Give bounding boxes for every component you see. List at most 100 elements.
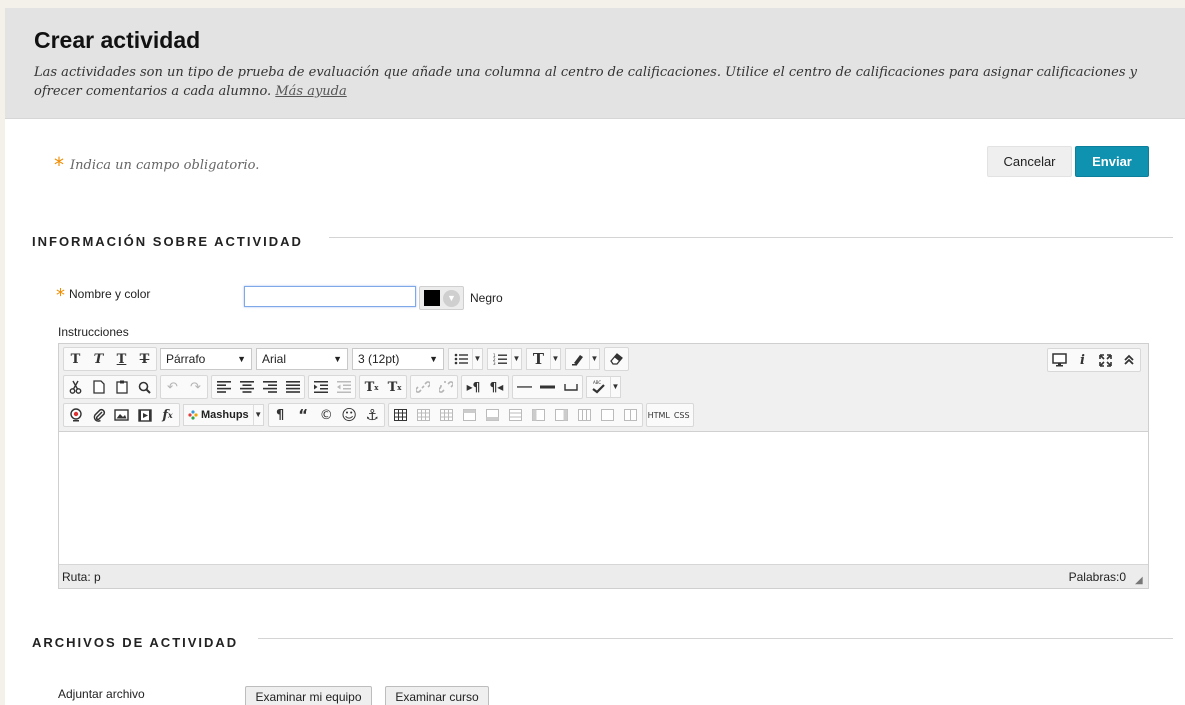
merge-cells-icon[interactable] xyxy=(619,404,642,426)
insert-col-before-icon[interactable] xyxy=(527,404,550,426)
name-input[interactable] xyxy=(244,286,416,307)
superscript-icon[interactable]: Tx xyxy=(360,376,383,398)
delete-col-icon[interactable] xyxy=(573,404,596,426)
align-left-icon[interactable] xyxy=(212,376,235,398)
formula-icon[interactable]: fx xyxy=(156,404,179,426)
help-link[interactable]: Más ayuda xyxy=(275,84,346,99)
paste-icon[interactable] xyxy=(110,376,133,398)
fullscreen-icon[interactable] xyxy=(1094,349,1117,371)
info-icon[interactable]: i xyxy=(1071,349,1094,371)
numbered-list-icon[interactable]: 123 xyxy=(488,348,511,370)
align-right-icon[interactable] xyxy=(258,376,281,398)
editor-statusbar: Ruta: p Palabras:0 ◢ xyxy=(59,564,1148,588)
caret-down-icon[interactable]: ▼ xyxy=(511,349,521,369)
bold-icon[interactable]: T xyxy=(64,348,87,370)
browse-course-button[interactable]: Examinar curso xyxy=(385,686,489,705)
rtl-icon[interactable]: ¶◂ xyxy=(485,376,508,398)
submit-button[interactable]: Enviar xyxy=(1075,146,1149,177)
insert-row-before-icon[interactable] xyxy=(458,404,481,426)
nonbreaking-space-icon[interactable] xyxy=(559,376,582,398)
mashups-button[interactable]: Mashups ▼ xyxy=(183,404,264,426)
spellcheck-button[interactable]: ABC ▼ xyxy=(586,376,621,398)
table-cell-props-icon[interactable] xyxy=(435,404,458,426)
color-picker[interactable]: ▼ xyxy=(419,286,464,310)
bullet-list-button[interactable]: ▼ xyxy=(448,348,483,370)
toolbar-row-3: fx Mashups ▼ ¶ “ © ☺ ⚓ HTML CSS xyxy=(63,403,697,427)
html-source-icon[interactable]: HTML xyxy=(647,404,671,426)
history-group: ↶ ↷ xyxy=(160,375,208,399)
highlight-button[interactable]: ▼ xyxy=(565,348,600,370)
caret-down-icon[interactable]: ▼ xyxy=(472,349,482,369)
eraser-icon[interactable] xyxy=(605,348,628,370)
ltr-icon[interactable]: ▸¶ xyxy=(462,376,485,398)
size-select-value: 3 (12pt) xyxy=(358,352,400,366)
undo-icon[interactable]: ↶ xyxy=(161,376,184,398)
copyright-icon[interactable]: © xyxy=(315,404,338,426)
image-icon[interactable] xyxy=(110,404,133,426)
cut-icon[interactable] xyxy=(64,376,87,398)
table-icon[interactable] xyxy=(389,404,412,426)
table-row-props-icon[interactable] xyxy=(412,404,435,426)
split-cells-icon[interactable] xyxy=(596,404,619,426)
caret-down-icon[interactable]: ▼ xyxy=(610,377,620,397)
cancel-button[interactable]: Cancelar xyxy=(987,146,1072,177)
caret-down-icon: ▼ xyxy=(429,354,438,364)
blockquote-icon[interactable]: “ xyxy=(292,404,315,426)
caret-down-icon[interactable]: ▼ xyxy=(252,405,263,425)
insert-col-after-icon[interactable] xyxy=(550,404,573,426)
insert-group: ¶ “ © ☺ ⚓ xyxy=(267,403,385,427)
bullet-list-icon[interactable] xyxy=(449,348,472,370)
browse-computer-button[interactable]: Examinar mi equipo xyxy=(245,686,372,705)
attachment-icon[interactable] xyxy=(87,404,110,426)
clipboard-group xyxy=(63,375,157,399)
resize-grip-icon[interactable]: ◢ xyxy=(1135,576,1145,586)
css-icon[interactable]: CSS xyxy=(671,404,693,426)
paragraph-mark-icon[interactable]: ¶ xyxy=(269,404,292,426)
strikethrough-icon[interactable]: T xyxy=(133,348,156,370)
redo-icon[interactable]: ↷ xyxy=(184,376,207,398)
caret-down-icon[interactable]: ▼ xyxy=(550,349,560,369)
video-icon[interactable] xyxy=(133,404,156,426)
emoticon-icon[interactable]: ☺ xyxy=(338,404,361,426)
editor-content-area[interactable] xyxy=(59,432,1148,564)
spellcheck-icon[interactable]: ABC xyxy=(587,376,610,398)
chevron-down-icon[interactable]: ▼ xyxy=(443,290,460,307)
highlighter-icon[interactable] xyxy=(566,348,589,370)
italic-icon[interactable]: T xyxy=(87,348,110,370)
preview-monitor-icon[interactable] xyxy=(1048,349,1071,371)
align-center-icon[interactable] xyxy=(235,376,258,398)
link-icon[interactable] xyxy=(411,376,434,398)
text-color-icon[interactable]: T xyxy=(527,348,550,370)
find-icon[interactable] xyxy=(133,376,156,398)
required-note: * Indica un campo obligatorio. xyxy=(54,153,259,177)
paragraph-select[interactable]: Párrafo ▼ xyxy=(160,348,252,370)
page: Crear actividad Las actividades son un t… xyxy=(5,8,1185,705)
numbered-list-button[interactable]: 123 ▼ xyxy=(487,348,522,370)
mashups-label[interactable]: Mashups xyxy=(184,409,253,421)
caret-down-icon[interactable]: ▼ xyxy=(589,349,599,369)
page-title: Crear actividad xyxy=(34,27,201,53)
anchor-icon[interactable]: ⚓ xyxy=(361,404,384,426)
indent-icon[interactable] xyxy=(309,376,332,398)
thick-rule-icon[interactable] xyxy=(536,376,559,398)
delete-row-icon[interactable] xyxy=(504,404,527,426)
unlink-icon[interactable] xyxy=(434,376,457,398)
collapse-toolbar-icon[interactable] xyxy=(1117,349,1140,371)
caret-down-icon: ▼ xyxy=(333,354,342,364)
font-select[interactable]: Arial ▼ xyxy=(256,348,348,370)
direction-group: ▸¶ ¶◂ xyxy=(461,375,509,399)
required-asterisk-icon: * xyxy=(56,285,65,306)
horizontal-rule-icon[interactable] xyxy=(513,376,536,398)
insert-row-after-icon[interactable] xyxy=(481,404,504,426)
record-icon[interactable] xyxy=(64,404,87,426)
size-select[interactable]: 3 (12pt) ▼ xyxy=(352,348,444,370)
subscript-icon[interactable]: Tx xyxy=(383,376,406,398)
text-color-button[interactable]: T ▼ xyxy=(526,348,561,370)
align-justify-icon[interactable] xyxy=(281,376,304,398)
outdent-icon[interactable] xyxy=(332,376,355,398)
paragraph-select-value: Párrafo xyxy=(166,352,206,366)
section-files-title: ARCHIVOS DE ACTIVIDAD xyxy=(32,635,239,650)
copy-icon[interactable] xyxy=(87,376,110,398)
underline-icon[interactable]: T xyxy=(110,348,133,370)
instructions-label: Instrucciones xyxy=(58,325,129,339)
